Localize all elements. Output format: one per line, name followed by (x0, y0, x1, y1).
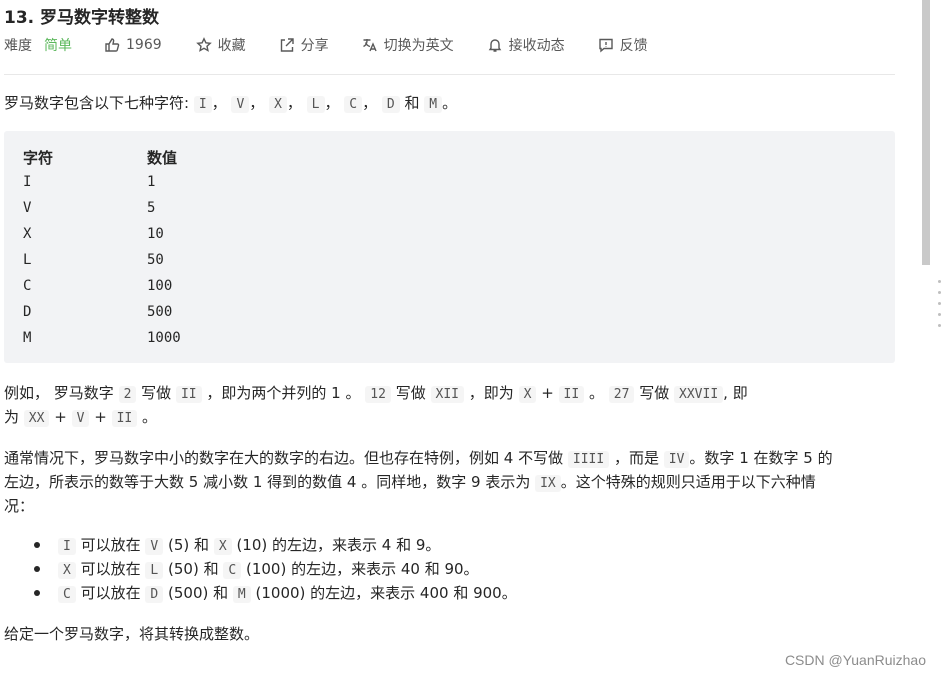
share-label: 分享 (300, 38, 329, 54)
drag-handle-icon[interactable] (936, 280, 942, 335)
table-row: V5 (23, 200, 156, 216)
difficulty-label: 难度 (4, 38, 32, 54)
difficulty-badge: 简单 (44, 38, 72, 54)
task-paragraph: 给定一个罗马数字，将其转换成整数。 (4, 625, 260, 643)
rule-paragraph-line3: 况： (4, 497, 35, 515)
table-row: L 50 (23, 252, 164, 268)
list-item: C 可以放在 D (500) 和 M (1000) 的左边，来表示 400 和 … (4, 581, 517, 605)
divider (4, 74, 895, 75)
bell-icon (488, 39, 501, 52)
rule-paragraph-line1: 通常情况下，罗马数字中小的数字在大的数字的右边。但也存在特例，例如 4 不写做 … (4, 449, 833, 468)
thumbs-up-icon (105, 38, 120, 52)
example-paragraph-line1: 例如， 罗马数字 2 写做 II ，即为两个并列的 1 。 12 写做 XII … (4, 384, 748, 403)
like-button[interactable]: 1969 (104, 37, 162, 53)
feedback-icon (598, 38, 613, 53)
problem-title: 13. 罗马数字转整数 (4, 8, 160, 28)
feedback-label: 反馈 (619, 38, 648, 54)
problem-toolbar: 难度 简单 1969 收藏 分享 切换为英文 接收动态 反馈 (4, 35, 648, 55)
share-button[interactable]: 分享 (279, 35, 329, 55)
subscribe-label: 接收动态 (508, 38, 565, 54)
star-icon (195, 37, 212, 52)
list-item: X 可以放在 L (50) 和 C (100) 的左边，来表示 40 和 90。 (4, 557, 517, 581)
share-icon (280, 38, 294, 52)
table-header: 字符 数值 (23, 149, 178, 167)
vertical-scrollbar[interactable] (922, 0, 930, 265)
subscribe-button[interactable]: 接收动态 (487, 35, 565, 55)
example-paragraph-line2: 为 XX + V + II 。 (4, 408, 158, 427)
translate-label: 切换为英文 (383, 38, 454, 54)
table-row: I1 (23, 174, 156, 190)
table-row: X 10 (23, 226, 164, 242)
feedback-button[interactable]: 反馈 (598, 35, 648, 55)
favorite-label: 收藏 (217, 38, 246, 54)
favorite-button[interactable]: 收藏 (195, 35, 246, 55)
translate-icon (362, 39, 377, 52)
translate-button[interactable]: 切换为英文 (362, 35, 454, 55)
watermark: CSDN @YuanRuizhao (784, 652, 926, 668)
intro-paragraph: 罗马数字包含以下七种字符: I， V， X， L， C， D 和 M。 (4, 94, 458, 113)
list-item: I 可以放在 V (5) 和 X (10) 的左边，来表示 4 和 9。 (4, 533, 517, 557)
symbol-value-table: 字符 数值 I1 V5 X 10 L 50 C 100 D 500 M 1000 (4, 131, 895, 363)
rule-paragraph-line2: 左边，所表示的数等于大数 5 减小数 1 得到的数值 4 。同样地，数字 9 表… (4, 473, 816, 492)
special-cases-list: I 可以放在 V (5) 和 X (10) 的左边，来表示 4 和 9。 X 可… (4, 533, 517, 605)
table-row: M 1000 (23, 330, 181, 346)
table-row: D 500 (23, 304, 173, 320)
like-count: 1969 (126, 37, 162, 53)
table-row: C 100 (23, 278, 173, 294)
